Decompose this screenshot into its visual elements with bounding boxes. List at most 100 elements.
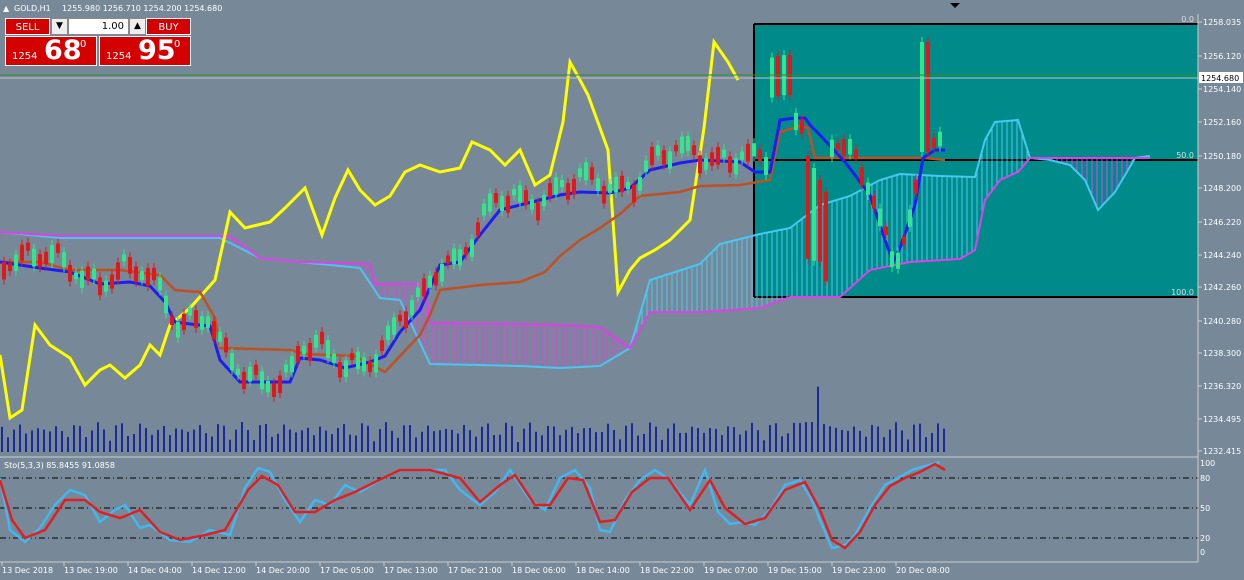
one-click-trading-panel: SELL ▼ 1.00 ▲ BUY 1254 68 0 1254 95 0 [3, 18, 191, 68]
candle-body [830, 139, 834, 158]
price-tick-label: 1256.120 [1203, 52, 1241, 61]
time-tick-label: 19 Dec 23:00 [832, 566, 886, 575]
price-tick-label: 1236.320 [1203, 382, 1241, 391]
candle-body [674, 144, 678, 152]
candle-body [836, 143, 840, 151]
price-tick-label: 1242.260 [1203, 283, 1241, 292]
buy-button[interactable]: BUY [146, 18, 191, 35]
chart-shift-marker-icon[interactable] [950, 3, 960, 8]
candle-body [398, 314, 402, 322]
candle-body [446, 255, 450, 264]
candle-body [194, 310, 198, 328]
time-tick-label: 14 Dec 12:00 [192, 566, 246, 575]
time-tick-label: 19 Dec 15:00 [768, 566, 822, 575]
candle-body [680, 136, 684, 154]
candle-body [596, 178, 600, 191]
candle-body [740, 151, 744, 160]
volume-down-button[interactable]: ▼ [51, 18, 68, 35]
buy-price-small: 1254 [106, 51, 132, 62]
candle-body [842, 139, 846, 156]
candle-body [416, 287, 420, 298]
oscillator-level-label: 0 [1200, 548, 1205, 557]
candle-body [872, 195, 876, 209]
candle-body [92, 268, 96, 280]
candle-body [764, 157, 768, 175]
sell-price-small: 1254 [12, 51, 38, 62]
price-tick-label: 1254.140 [1203, 85, 1241, 94]
candle-body [26, 242, 30, 251]
price-tick-label: 1246.220 [1203, 218, 1241, 227]
price-tick-label: 1234.495 [1203, 415, 1241, 424]
candle-body [272, 383, 276, 397]
candle-body [626, 182, 630, 190]
candle-body [878, 208, 882, 227]
oscillator-level-label: 80 [1200, 474, 1210, 483]
price-tick-label: 1232.415 [1203, 447, 1241, 456]
candle-body [512, 189, 516, 196]
time-tick-label: 13 Dec 19:00 [64, 566, 118, 575]
buy-price-big: 95 [138, 35, 176, 66]
candle-body [560, 179, 564, 188]
candle-body [818, 180, 822, 262]
candle-body [110, 274, 114, 289]
candle-body [698, 155, 702, 174]
candle-body [356, 351, 360, 370]
candle-body [404, 311, 408, 329]
price-axis: 1258.035 1256.120 1254.140 1252.160 1250.180… [1198, 18, 1241, 456]
time-tick-label: 18 Dec 06:00 [512, 566, 566, 575]
sell-price-big: 68 [44, 35, 82, 66]
candle-body [812, 168, 816, 261]
volume-input[interactable]: 1.00 [68, 18, 129, 35]
price-chart[interactable]: 0.0 50.0 100.0 Sto(5,3,3) 85.8455 91.085… [0, 0, 1244, 580]
candle-body [554, 177, 558, 195]
candle-body [170, 316, 174, 326]
candle-body [896, 252, 900, 269]
time-tick-label: 17 Dec 21:00 [448, 566, 502, 575]
candle-body [752, 143, 756, 157]
candle-body [716, 147, 720, 165]
candle-body [860, 167, 864, 186]
sell-price-sup: 0 [80, 39, 87, 50]
candle-body [350, 353, 354, 361]
buy-price-button[interactable]: 1254 95 0 [99, 35, 191, 66]
candle-body [794, 112, 798, 131]
oscillator-area[interactable] [0, 458, 1198, 562]
chart-symbol-title: GOLD,H1 [14, 4, 51, 13]
candle-body [728, 156, 732, 173]
candle-body [620, 175, 624, 193]
oscillator-level-label: 20 [1200, 534, 1210, 543]
candle-body [290, 356, 294, 373]
sell-button[interactable]: SELL [5, 18, 50, 35]
candle-body [566, 183, 570, 200]
chart-title-icon: ▲ [3, 4, 10, 13]
candle-body [884, 226, 888, 236]
candle-body [152, 267, 156, 281]
candle-body [32, 248, 36, 267]
candle-body [116, 262, 120, 280]
candle-body [866, 182, 870, 195]
candle-body [206, 316, 210, 328]
sell-price-button[interactable]: 1254 68 0 [5, 35, 97, 66]
price-tick-label: 1248.200 [1203, 184, 1241, 193]
candle-body [800, 119, 804, 134]
candle-body [470, 239, 474, 257]
candle-body [476, 222, 480, 236]
candle-body [662, 150, 666, 165]
candle-body [62, 252, 66, 268]
oscillator-title: Sto(5,3,3) 85.8455 91.0858 [4, 461, 115, 470]
price-tick-label: 1238.300 [1203, 349, 1241, 358]
candle-body [524, 190, 528, 205]
candle-body [734, 158, 738, 175]
time-tick-label: 18 Dec 14:00 [576, 566, 630, 575]
candle-body [314, 334, 318, 348]
candle-body [722, 149, 726, 158]
candle-body [890, 251, 894, 268]
time-tick-label: 18 Dec 22:00 [640, 566, 694, 575]
candle-body [932, 138, 936, 149]
candle-body [248, 366, 252, 382]
candle-body [188, 307, 192, 316]
price-tick-label: 1258.035 [1203, 18, 1241, 27]
volume-up-button[interactable]: ▲ [129, 18, 146, 35]
candle-body [650, 147, 654, 166]
candle-body [368, 361, 372, 373]
